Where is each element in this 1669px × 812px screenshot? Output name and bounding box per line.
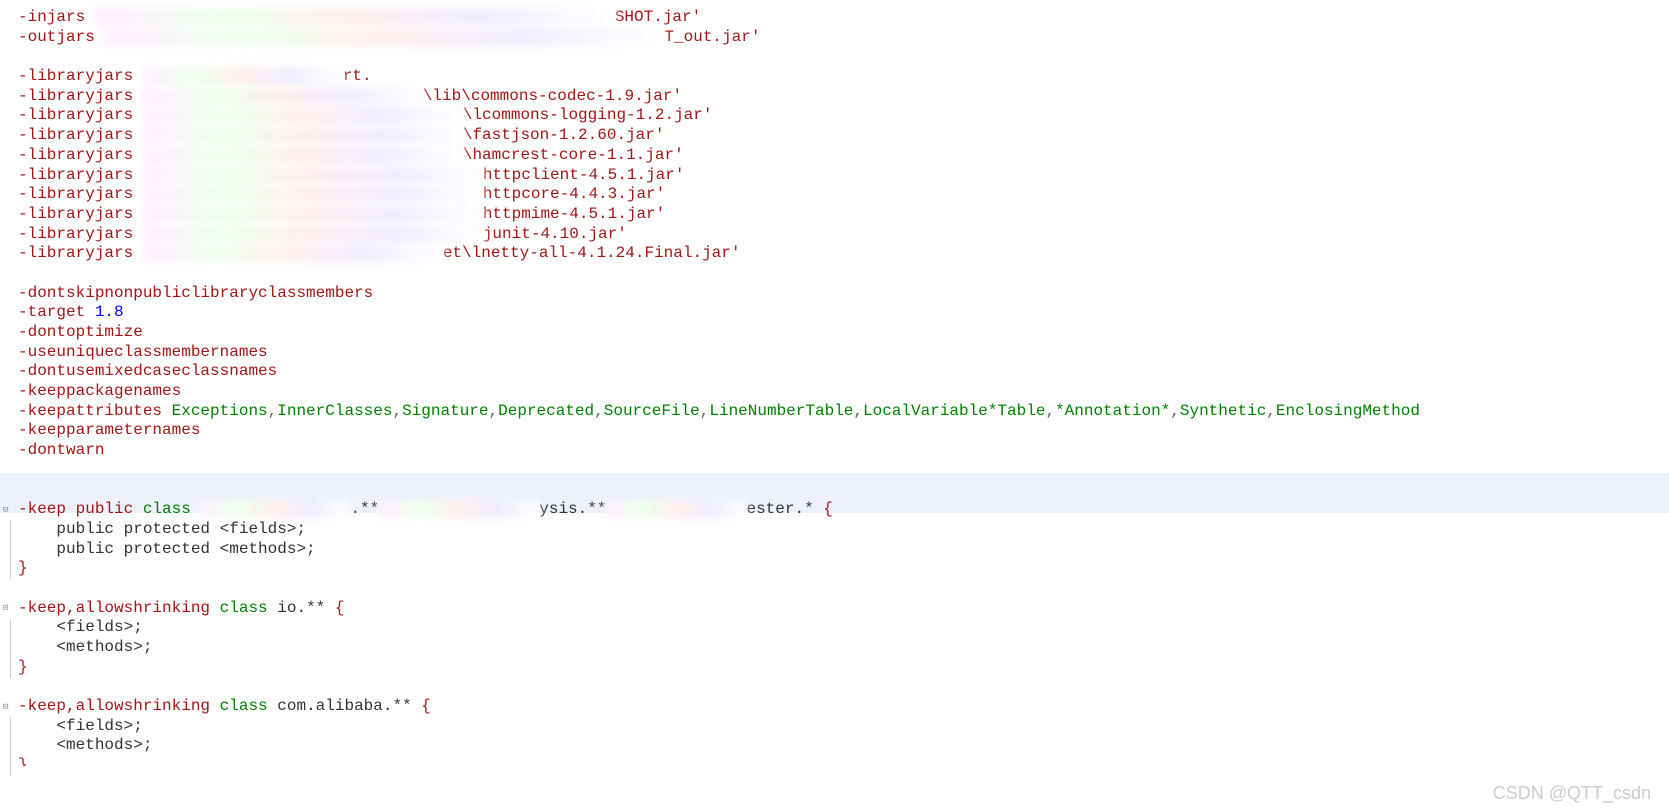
indent-guide	[10, 520, 11, 579]
code-line: -libraryjars \lcommons-logging-1.2.jar'	[18, 106, 1669, 126]
code-line: <methods>;	[18, 736, 1669, 756]
code-line: <fields>;	[18, 618, 1669, 638]
fold-toggle[interactable]: ⊟	[3, 501, 8, 521]
code-line: -target 1.8	[18, 303, 1669, 323]
code-line: -libraryjars \lib\commons-codec-1.9.jar'	[18, 87, 1669, 107]
code-line: -dontoptimize	[18, 323, 1669, 343]
code-line: -libraryjars httpclient-4.5.1.jar'	[18, 166, 1669, 186]
code-line	[18, 579, 1669, 599]
code-line: -dontskipnonpubliclibraryclassmembers	[18, 284, 1669, 304]
code-line: -keepattributes Exceptions,InnerClasses,…	[18, 402, 1669, 422]
code-line: -libraryjars junit-4.10.jar'	[18, 225, 1669, 245]
code-line: -dontusemixedcaseclassnames	[18, 362, 1669, 382]
fold-toggle[interactable]: ⊟	[3, 698, 8, 718]
code-line	[18, 461, 1669, 481]
code-line: -dontwarn	[18, 441, 1669, 461]
code-line	[18, 677, 1669, 697]
indent-guide	[10, 717, 11, 776]
code-line: -injars SHOT.jar'	[18, 8, 1669, 28]
code-line: public protected <fields>;	[18, 520, 1669, 540]
code-line: -libraryjars et\lnetty-all-4.1.24.Final.…	[18, 244, 1669, 264]
code-line: -keep,allowshrinking class io.** {	[18, 599, 1669, 619]
code-line	[18, 47, 1669, 67]
code-line: -libraryjars \hamcrest-core-1.1.jar'	[18, 146, 1669, 166]
code-line: -keep public class .** ysis.** ester.* {	[18, 500, 1669, 520]
code-line: -useuniqueclassmembernames	[18, 343, 1669, 363]
code-line: -libraryjars \fastjson-1.2.60.jar'	[18, 126, 1669, 146]
code-line: public protected <methods>;	[18, 540, 1669, 560]
code-line: -outjars T_out.jar'	[18, 28, 1669, 48]
code-line: -libraryjars httpmime-4.5.1.jar'	[18, 205, 1669, 225]
code-line: }	[18, 559, 1669, 579]
code-line: -keeppackagenames	[18, 382, 1669, 402]
code-line: -libraryjars httpcore-4.4.3.jar'	[18, 185, 1669, 205]
fold-toggle[interactable]: ⊟	[3, 599, 8, 619]
code-line: -keep,allowshrinking class com.alibaba.*…	[18, 697, 1669, 717]
code-line: <methods>;	[18, 638, 1669, 658]
code-line: }	[18, 658, 1669, 678]
indent-guide	[10, 619, 11, 678]
code-line	[18, 264, 1669, 284]
watermark: CSDN @QTT_csdn	[1493, 784, 1651, 804]
code-line: -keepparameternames	[18, 421, 1669, 441]
code-line: }	[18, 756, 1669, 766]
code-line: -libraryjars rt.	[18, 67, 1669, 87]
code-line	[18, 481, 1669, 501]
code-line: <fields>;	[18, 717, 1669, 737]
code-editor: -injars SHOT.jar'-outjars T_out.jar' -li…	[0, 0, 1669, 766]
